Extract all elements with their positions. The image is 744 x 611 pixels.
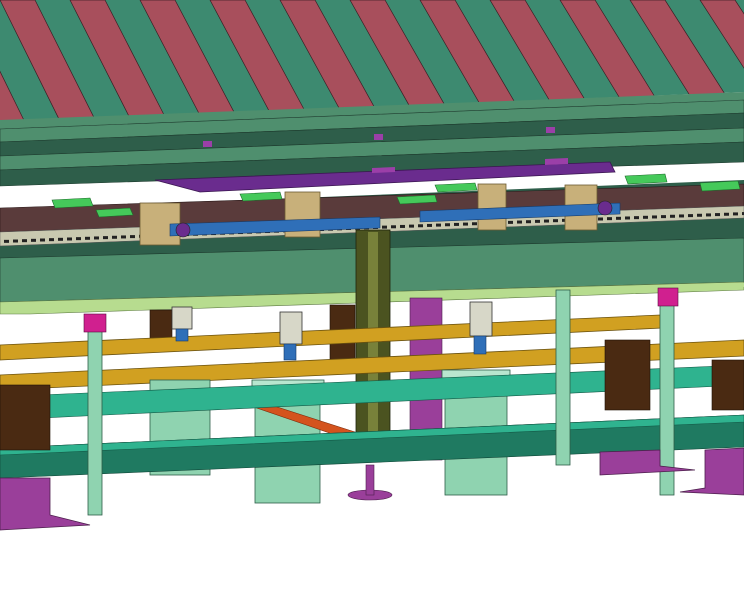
pad-6 [624,173,668,185]
chain-link [463,222,468,226]
block-2 [604,339,651,411]
shaft-end-1 [175,222,191,238]
plate-clip-1 [372,167,395,173]
plate-clip-2 [545,158,568,165]
chain-link [454,222,459,226]
chain-link [4,239,9,243]
clevis-2 [279,311,303,361]
chain-link [58,237,63,241]
chain-link [670,214,675,218]
foot-3 [679,447,744,496]
block-1 [0,384,51,451]
chain-link [625,216,630,220]
chain-link [22,239,27,243]
chain-link [652,215,657,219]
shaft-end-2 [597,200,613,216]
foot-2 [599,449,696,476]
chain-link [445,223,450,227]
chain-link [697,213,702,217]
chain-link [67,237,72,241]
chain-link [391,225,396,229]
cad-assembly-render [0,0,744,531]
chain-link [76,237,81,241]
beam-tab-1 [203,141,212,147]
column-cap-2 [657,287,679,307]
column-3 [659,299,675,496]
chain-link [508,220,513,224]
cad-viewport[interactable] [0,0,744,611]
chain-link [427,223,432,227]
stand-rod [365,464,375,496]
clevis-3 [469,301,493,355]
foot-1 [0,477,91,531]
chain-link [544,219,549,223]
chain-link [409,224,414,228]
pad-1 [51,197,94,209]
chain-link [13,239,18,243]
chain-link [607,217,612,221]
bearing-block-3 [477,183,507,231]
chain-link [31,238,36,242]
chain-link [382,225,387,229]
chain-link [535,219,540,223]
chain-link [598,217,603,221]
chain-link [733,212,738,216]
chain-link [85,236,90,240]
chain-link [715,213,720,217]
beam-tab-2 [374,134,383,140]
chain-link [436,223,441,227]
chain-link [103,236,108,240]
chain-link [112,235,117,239]
pad-7 [699,180,741,192]
chain-link [94,236,99,240]
chain-link [679,214,684,218]
beam-tab-3 [546,127,555,133]
block-3 [711,359,744,411]
chain-link [688,214,693,218]
chain-link [706,213,711,217]
chain-link [130,235,135,239]
column-2 [555,289,571,466]
clevis-1 [171,306,193,342]
chain-link [472,222,477,226]
chain-link [400,224,405,228]
column-cap-1 [83,313,107,333]
chain-link [418,224,423,228]
column-1 [87,329,103,516]
chain-link [724,212,729,216]
chain-link [661,215,666,219]
rear-block-2 [149,309,173,341]
chain-link [634,216,639,220]
chain-link [553,219,558,223]
pad-5 [434,182,478,193]
chain-link [526,220,531,224]
chain-link [517,220,522,224]
chain-link [40,238,45,242]
chain-link [49,238,54,242]
chain-link [616,216,621,220]
chain-link [643,215,648,219]
chain-link [121,235,126,239]
